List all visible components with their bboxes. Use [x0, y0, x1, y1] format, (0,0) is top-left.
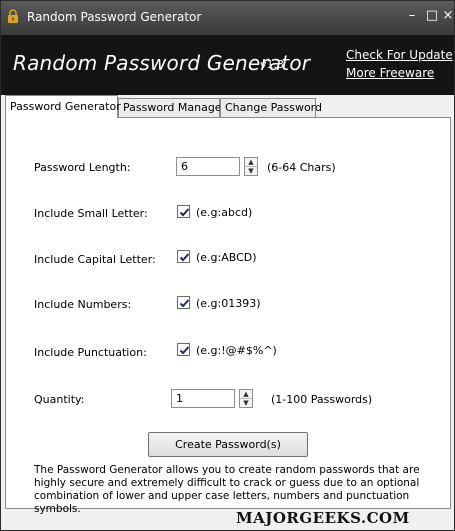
title-bar[interactable]: Random Password Generator – □ ×: [1, 1, 454, 35]
create-password-button[interactable]: Create Password(s): [148, 432, 308, 457]
arrow-down-icon[interactable]: ▼: [245, 167, 257, 175]
check-update-link[interactable]: Check For Update: [346, 48, 453, 62]
password-length-label: Password Length:: [34, 161, 131, 174]
app-window: Random Password Generator – □ × Random P…: [0, 0, 455, 531]
punctuation-label: Include Punctuation:: [34, 346, 147, 359]
small-letter-checkbox[interactable]: [177, 205, 190, 218]
close-button[interactable]: ×: [441, 9, 454, 23]
quantity-hint: (1-100 Passwords): [271, 393, 373, 406]
more-freeware-link[interactable]: More Freeware: [346, 66, 434, 80]
lock-icon: [8, 9, 18, 23]
window-title: Random Password Generator: [27, 10, 202, 24]
checkmark-icon: [179, 346, 190, 355]
tab-password-manager[interactable]: Password Manager: [118, 98, 226, 117]
password-length-hint: (6-64 Chars): [267, 161, 336, 174]
arrow-up-icon[interactable]: ▲: [245, 158, 257, 167]
numbers-hint: (e.g:01393): [196, 297, 261, 310]
password-length-input[interactable]: [176, 157, 240, 176]
checkmark-icon: [179, 299, 190, 308]
quantity-label: Quantity:: [34, 393, 85, 406]
numbers-label: Include Numbers:: [34, 298, 132, 311]
minimize-button[interactable]: –: [405, 9, 419, 23]
checkmark-icon: [179, 253, 190, 262]
punctuation-hint: (e.g:!@#$%^): [196, 344, 277, 357]
small-letter-label: Include Small Letter:: [34, 207, 148, 220]
quantity-spinner[interactable]: ▲ ▼: [239, 389, 253, 408]
password-length-spinner[interactable]: ▲ ▼: [244, 157, 258, 176]
header-banner: Random Password Generator v1.3 Check For…: [1, 35, 454, 95]
tab-change-password[interactable]: Change Password: [220, 98, 322, 117]
app-version: v1.3: [260, 58, 285, 71]
quantity-input[interactable]: [171, 389, 235, 408]
arrow-down-icon[interactable]: ▼: [240, 399, 252, 407]
punctuation-checkbox[interactable]: [177, 343, 190, 356]
numbers-checkbox[interactable]: [177, 296, 190, 309]
maximize-button[interactable]: □: [425, 9, 439, 23]
capital-letter-hint: (e.g:ABCD): [196, 251, 257, 264]
capital-letter-checkbox[interactable]: [177, 250, 190, 263]
tab-password-generator[interactable]: Password Generator: [5, 95, 121, 118]
small-letter-hint: (e.g:abcd): [196, 206, 253, 219]
watermark: MAJORGEEKS.COM: [236, 509, 410, 527]
checkmark-icon: [179, 208, 190, 217]
arrow-up-icon[interactable]: ▲: [240, 390, 252, 399]
capital-letter-label: Include Capital Letter:: [34, 253, 156, 266]
